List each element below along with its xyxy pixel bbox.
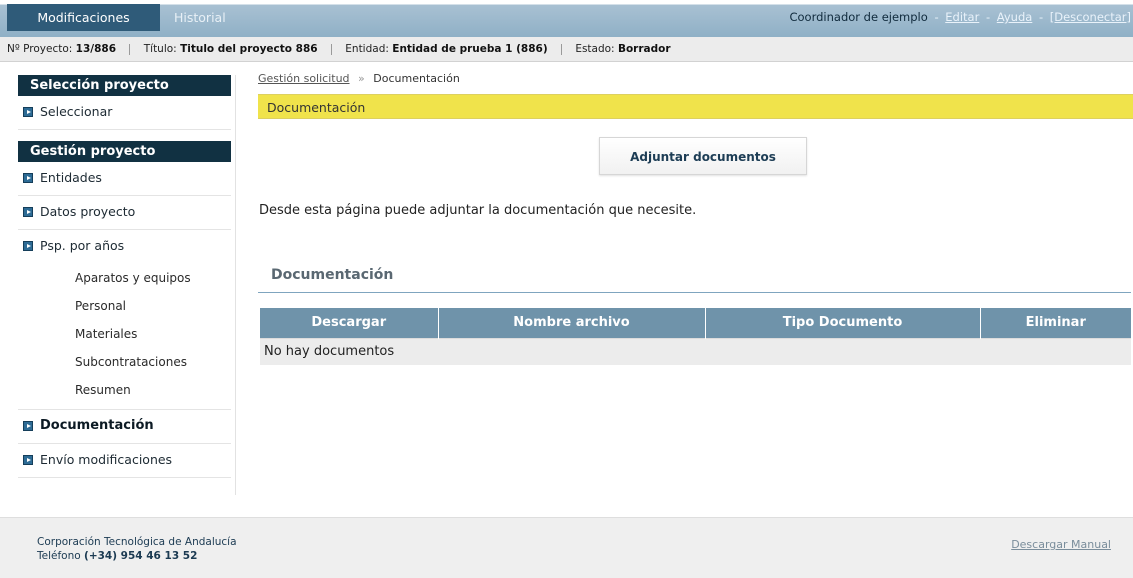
- column-header-nombre-archivo: Nombre archivo: [438, 308, 706, 338]
- column-header-descargar: Descargar: [260, 308, 439, 338]
- separator: -: [934, 10, 939, 24]
- footer-phone-number: (+34) 954 46 13 52: [84, 550, 198, 562]
- divider: [560, 43, 562, 55]
- breadcrumb: Gestión solicitud » Documentación: [258, 70, 1133, 88]
- sidebar-item-label: Psp. por años: [40, 238, 125, 253]
- breadcrumb-link-gestion[interactable]: Gestión solicitud: [258, 72, 350, 85]
- sidebar-subitem-resumen[interactable]: Resumen: [18, 376, 231, 410]
- sidebar-header-seleccion: Selección proyecto: [18, 75, 231, 96]
- sidebar-item-label: Seleccionar: [40, 104, 113, 119]
- user-name: Coordinador de ejemplo: [789, 10, 928, 24]
- arrow-bullet-icon: [23, 455, 33, 465]
- column-header-eliminar: Eliminar: [980, 308, 1131, 338]
- status-value: Borrador: [617, 43, 671, 55]
- sidebar-item-envio-modificaciones[interactable]: Envío modificaciones: [18, 444, 231, 478]
- column-header-tipo-documento: Tipo Documento: [705, 308, 981, 338]
- divider: [330, 43, 332, 55]
- edit-link[interactable]: Editar: [945, 10, 979, 24]
- sidebar-item-label: Datos proyecto: [40, 204, 136, 219]
- separator: -: [985, 10, 991, 24]
- separator: -: [1038, 10, 1044, 24]
- empty-table-message: No hay documentos: [260, 337, 1131, 365]
- tab-modificaciones[interactable]: Modificaciones: [7, 4, 160, 31]
- help-link[interactable]: Ayuda: [997, 10, 1033, 24]
- top-navigation-bar: Modificaciones Historial Coordinador de …: [0, 0, 1133, 37]
- table-header-row: Descargar Nombre archivo Tipo Documento …: [260, 308, 1131, 338]
- documents-section-title: Documentación: [258, 263, 1131, 293]
- sidebar-item-label: Entidades: [40, 170, 102, 185]
- divider: [129, 43, 131, 55]
- sidebar-subitem-subcontrataciones[interactable]: Subcontrataciones: [18, 348, 235, 376]
- tab-historial[interactable]: Historial: [160, 4, 246, 31]
- main-content: Gestión solicitud » Documentación Docume…: [258, 70, 1133, 365]
- sidebar-item-entidades[interactable]: Entidades: [18, 162, 231, 196]
- project-number-value: 13/886: [75, 43, 117, 55]
- download-manual-link[interactable]: Descargar Manual: [1011, 538, 1111, 551]
- footer-phone: Teléfono (+34) 954 46 13 52: [37, 549, 237, 563]
- documents-table: Descargar Nombre archivo Tipo Documento …: [260, 308, 1131, 365]
- arrow-bullet-icon: [23, 207, 33, 217]
- sidebar-item-psp[interactable]: Psp. por años: [18, 230, 231, 264]
- page-description: Desde esta página puede adjuntar la docu…: [259, 203, 697, 218]
- attach-documents-button[interactable]: Adjuntar documentos: [599, 137, 807, 175]
- status-label: Estado:: [575, 43, 615, 55]
- project-number-label: Nº Proyecto:: [7, 43, 73, 55]
- breadcrumb-current: Documentación: [373, 72, 460, 85]
- sidebar-item-datos-proyecto[interactable]: Datos proyecto: [18, 196, 231, 230]
- table-row: No hay documentos: [260, 337, 1131, 365]
- breadcrumb-separator: »: [358, 72, 365, 85]
- footer: Corporación Tecnológica de Andalucía Tel…: [0, 517, 1133, 578]
- sidebar-item-label: Envío modificaciones: [40, 452, 173, 467]
- sidebar-subitem-materiales[interactable]: Materiales: [18, 320, 235, 348]
- entity-value: Entidad de prueba 1 (886): [392, 43, 548, 55]
- sidebar: Selección proyecto Seleccionar Gestión p…: [18, 75, 236, 495]
- project-info-bar: Nº Proyecto: 13/886 Título: Titulo del p…: [0, 37, 1133, 62]
- entity-label: Entidad:: [345, 43, 389, 55]
- arrow-bullet-icon: [23, 421, 33, 431]
- sidebar-subitem-personal[interactable]: Personal: [18, 292, 235, 320]
- sidebar-subitem-aparatos[interactable]: Aparatos y equipos: [18, 264, 235, 292]
- footer-contact: Corporación Tecnológica de Andalucía Tel…: [37, 535, 237, 563]
- sidebar-header-gestion: Gestión proyecto: [18, 141, 231, 162]
- user-area: Coordinador de ejemplo - Editar - Ayuda …: [789, 4, 1131, 31]
- sidebar-item-documentacion[interactable]: Documentación: [18, 410, 231, 444]
- footer-organization: Corporación Tecnológica de Andalucía: [37, 536, 237, 548]
- project-title-value: Titulo del proyecto 886: [180, 43, 318, 55]
- sidebar-item-seleccionar[interactable]: Seleccionar: [18, 96, 231, 130]
- sidebar-item-label: Documentación: [40, 418, 154, 433]
- arrow-bullet-icon: [23, 107, 33, 117]
- disconnect-link[interactable]: [Desconectar]: [1050, 10, 1131, 24]
- arrow-bullet-icon: [23, 173, 33, 183]
- project-title-label: Título:: [143, 43, 177, 55]
- section-title-bar: Documentación: [258, 94, 1133, 119]
- footer-phone-label: Teléfono: [37, 550, 81, 562]
- arrow-bullet-icon: [23, 241, 33, 251]
